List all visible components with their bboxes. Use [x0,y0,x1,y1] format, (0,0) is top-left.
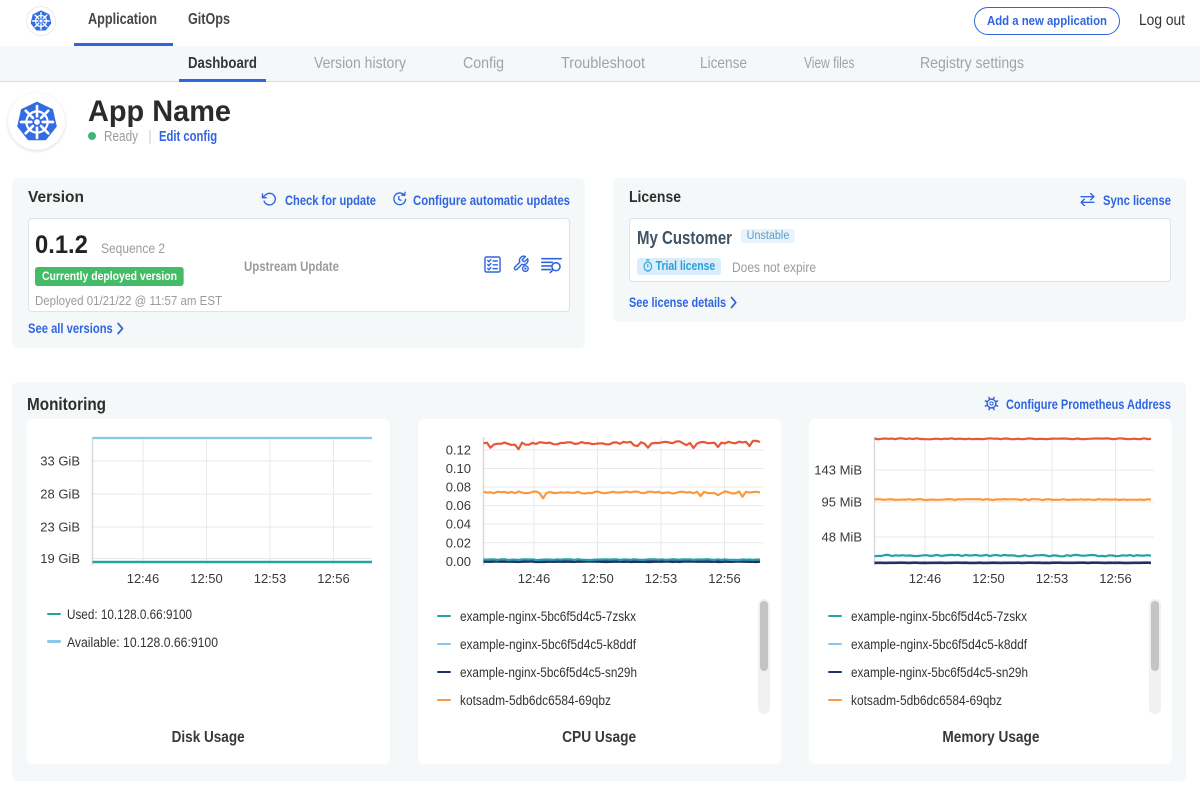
svg-text:0.04: 0.04 [446,517,471,532]
svg-text:33 GiB: 33 GiB [40,454,80,469]
svg-text:12:50: 12:50 [972,571,1005,586]
svg-text:28 GiB: 28 GiB [40,487,80,502]
svg-text:48 MiB: 48 MiB [822,530,862,545]
svg-text:12:56: 12:56 [708,571,741,586]
svg-text:12:53: 12:53 [645,571,678,586]
svg-text:0.00: 0.00 [446,554,471,569]
svg-text:0.12: 0.12 [446,442,471,457]
svg-text:0.06: 0.06 [446,498,471,513]
svg-text:12:50: 12:50 [190,571,223,586]
svg-text:12:50: 12:50 [581,571,614,586]
svg-text:12:53: 12:53 [254,571,287,586]
svg-text:12:46: 12:46 [127,571,160,586]
svg-text:0.02: 0.02 [446,535,471,550]
svg-text:12:46: 12:46 [909,571,942,586]
svg-text:143 MiB: 143 MiB [814,463,862,478]
svg-text:0.10: 0.10 [446,461,471,476]
svg-text:19 GiB: 19 GiB [40,551,80,566]
svg-text:12:56: 12:56 [317,571,350,586]
svg-text:12:53: 12:53 [1036,571,1069,586]
svg-text:12:56: 12:56 [1099,571,1132,586]
svg-text:0.08: 0.08 [446,480,471,495]
svg-text:12:46: 12:46 [518,571,551,586]
svg-text:23 GiB: 23 GiB [40,520,80,535]
svg-text:95 MiB: 95 MiB [822,495,862,510]
